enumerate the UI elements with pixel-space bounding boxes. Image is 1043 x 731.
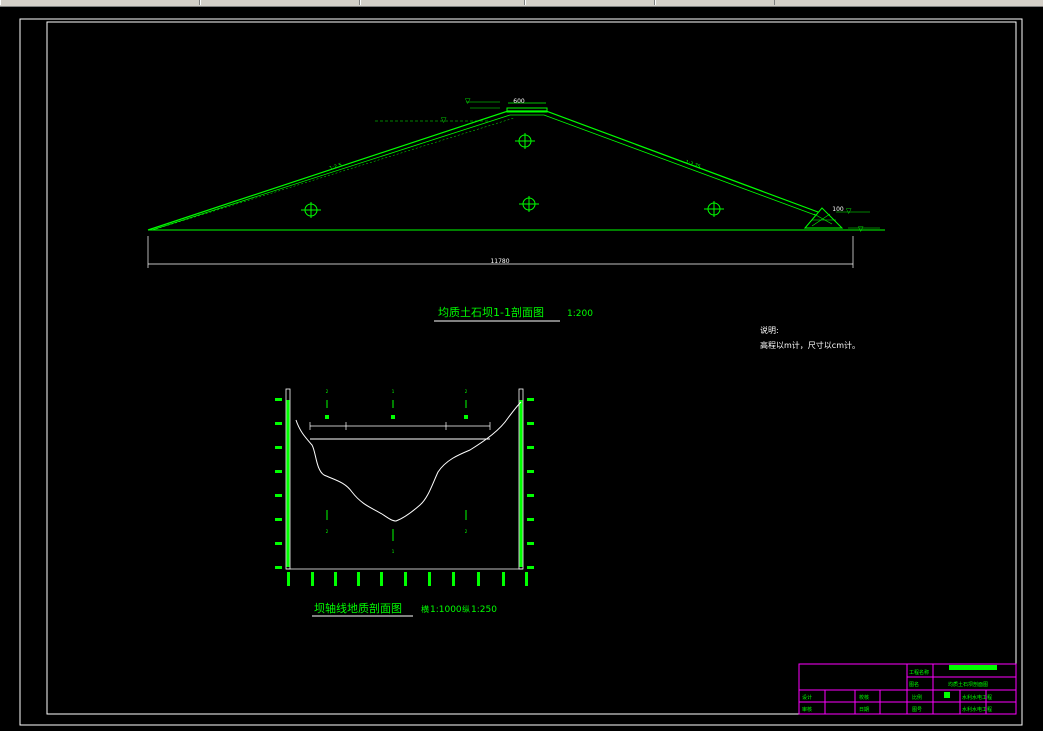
marker-bottom-3: 2 bbox=[465, 529, 468, 534]
section-symbol-2 bbox=[519, 196, 539, 212]
cad-drawing-canvas[interactable]: 600 11780 100 1:2.5 1:2.75 ▽ ▽ ▽ ▽ 均质土石坝… bbox=[0, 6, 1043, 731]
crest-elevation-marker: ▽ bbox=[465, 97, 471, 105]
outer-frame bbox=[19, 18, 1023, 726]
marker-bottom-2: 1 bbox=[392, 549, 395, 554]
title-block-project-bar bbox=[949, 665, 997, 670]
tb-review-label: 审核 bbox=[802, 706, 812, 713]
geo-scale-v: 1:250 bbox=[471, 605, 497, 615]
toe-width-label: 100 bbox=[832, 206, 844, 213]
tb-drawing-type-2: 水利水电工程 bbox=[962, 706, 992, 713]
upstream-riprap bbox=[155, 117, 515, 230]
downstream-water-marker: ▽ bbox=[858, 225, 864, 233]
tb-date-label: 日期 bbox=[859, 707, 869, 713]
upstream-slope-label: 1:2.5 bbox=[329, 162, 343, 172]
dam-cross-section bbox=[147, 101, 885, 268]
dam-outline bbox=[147, 110, 819, 231]
marker-top-3: 2 bbox=[465, 389, 468, 394]
section-symbol-3 bbox=[704, 201, 724, 217]
dam-outline-inner bbox=[151, 114, 816, 231]
toolbar-panel-5[interactable] bbox=[655, 0, 775, 5]
downstream-slope-label: 1:2.75 bbox=[684, 159, 701, 170]
tb-drawing-name: 均质土石坝剖面图 bbox=[948, 681, 988, 688]
toolbar-panel-2[interactable] bbox=[200, 0, 360, 5]
section-symbol-1 bbox=[301, 202, 321, 218]
geo-scale-h-prefix: 横 bbox=[421, 604, 429, 614]
toe-elevation-marker: ▽ bbox=[846, 207, 852, 215]
base-width-label: 11780 bbox=[490, 258, 509, 265]
geo-section-title: 坝轴线地质剖面图 bbox=[314, 601, 402, 615]
section-symbol-4 bbox=[515, 133, 535, 149]
tb-check-label: 校核 bbox=[859, 694, 869, 701]
marker-bottom-1: 2 bbox=[326, 529, 329, 534]
geological-section: 2 1 2 2 1 2 bbox=[275, 388, 534, 586]
tb-scale-label: 比例 bbox=[912, 694, 922, 701]
tb-design-label: 设计 bbox=[802, 694, 812, 701]
dam-section-scale: 1:200 bbox=[567, 309, 593, 319]
toolbar-panel-3[interactable] bbox=[360, 0, 525, 5]
ground-profile-line bbox=[295, 401, 522, 522]
left-ruler-ticks bbox=[275, 398, 282, 569]
crest-width-label: 600 bbox=[513, 98, 525, 105]
tb-sheet-label: 图号 bbox=[912, 707, 922, 713]
station-labels bbox=[287, 572, 528, 586]
ruler-fills bbox=[286, 400, 523, 567]
section-markers bbox=[325, 415, 468, 419]
geo-scale-v-prefix: 纵 bbox=[462, 605, 470, 614]
dam-section-title: 均质土石坝1-1剖面图 bbox=[438, 305, 544, 319]
geo-scale-h: 1:1000 bbox=[430, 605, 462, 615]
marker-top-1: 2 bbox=[326, 389, 329, 394]
title-block-scale-mark bbox=[944, 692, 950, 698]
notes-line-1: 高程以m计，尺寸以cm计。 bbox=[760, 340, 860, 350]
section-cut-lines bbox=[326, 400, 467, 541]
notes-heading: 说明: bbox=[760, 325, 779, 335]
toolbar-panel-1[interactable] bbox=[0, 0, 200, 5]
marker-top-2: 1 bbox=[392, 389, 395, 394]
tb-project-label: 工程名称 bbox=[909, 669, 929, 676]
tb-drawing-label: 图名 bbox=[909, 681, 919, 688]
toolbar-panel-4[interactable] bbox=[525, 0, 655, 5]
tb-drawing-type: 水利水电工程 bbox=[962, 694, 992, 701]
inner-frame bbox=[46, 21, 1017, 715]
upstream-water-marker: ▽ bbox=[441, 116, 447, 124]
right-ruler-ticks bbox=[527, 398, 534, 569]
